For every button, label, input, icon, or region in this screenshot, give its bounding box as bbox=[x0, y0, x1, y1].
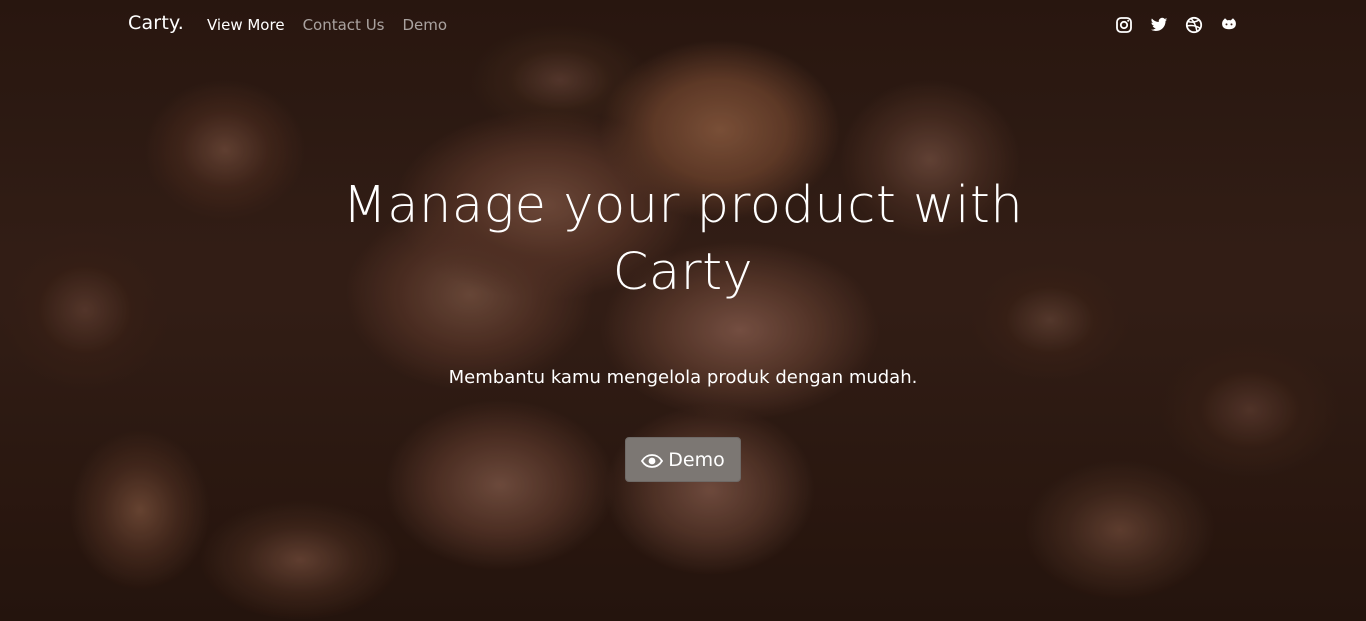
dribbble-icon[interactable] bbox=[1185, 16, 1203, 34]
navbar: Carty. View More Contact Us Demo bbox=[0, 0, 1366, 50]
nav-link-demo[interactable]: Demo bbox=[402, 16, 447, 34]
github-icon[interactable] bbox=[1220, 16, 1238, 34]
hero-title: Manage your product with Carty bbox=[342, 176, 1024, 302]
hero-subtitle: Membantu kamu mengelola produk dengan mu… bbox=[448, 367, 918, 388]
hero-section: Carty. View More Contact Us Demo Manage … bbox=[0, 0, 1366, 621]
demo-button[interactable]: Demo bbox=[625, 437, 741, 482]
brand-logo[interactable]: Carty. bbox=[128, 12, 184, 34]
nav-link-contact-us[interactable]: Contact Us bbox=[303, 16, 385, 34]
eye-icon bbox=[641, 452, 664, 468]
demo-button-label: Demo bbox=[668, 448, 725, 471]
nav-link-view-more[interactable]: View More bbox=[207, 16, 285, 34]
twitter-icon[interactable] bbox=[1150, 16, 1168, 34]
nav-links: View More Contact Us Demo bbox=[207, 16, 447, 34]
hero-content: Manage your product with Carty Membantu … bbox=[0, 172, 1366, 390]
instagram-icon[interactable] bbox=[1115, 16, 1133, 34]
social-links bbox=[1115, 16, 1238, 34]
